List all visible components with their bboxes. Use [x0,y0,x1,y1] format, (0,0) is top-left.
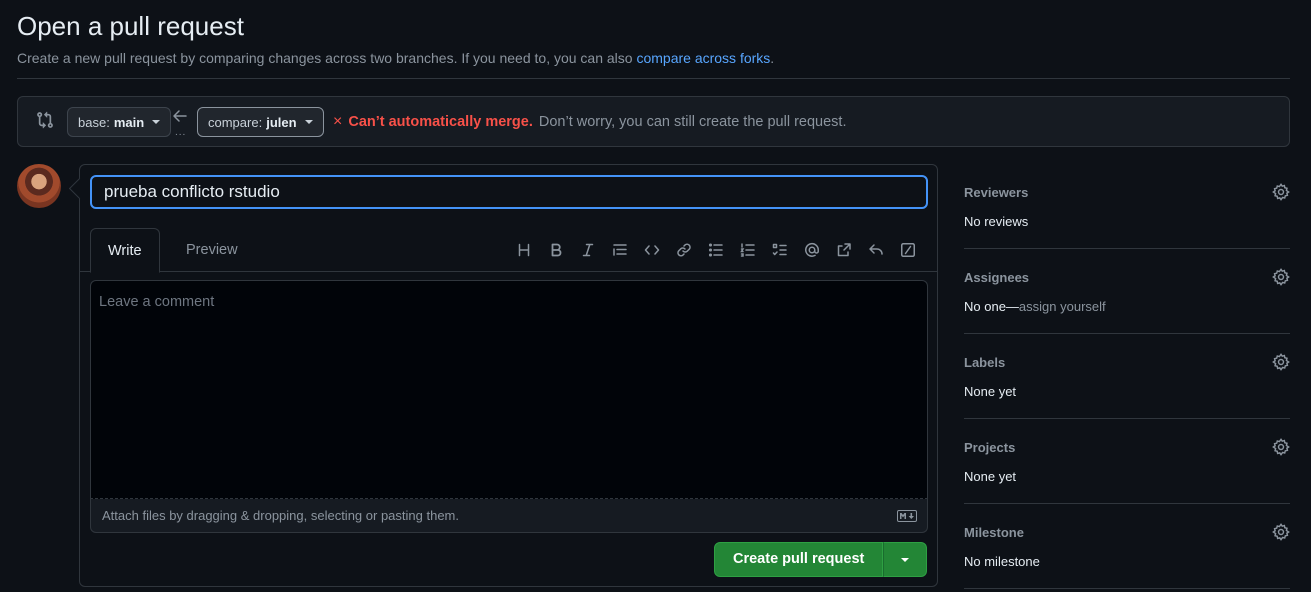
reviewers-value: No reviews [964,214,1029,229]
assignees-none: No one— [964,299,1019,314]
compare-prefix: compare: [208,114,263,130]
bold-icon[interactable] [540,239,572,261]
projects-value: None yet [964,469,1017,484]
page-subtitle: Create a new pull request by comparing c… [17,50,774,66]
gear-icon[interactable] [1272,353,1290,371]
gear-icon[interactable] [1272,183,1290,201]
sidebar-assignees: Assignees No one—assign yourself [964,249,1290,334]
compare-branch-select[interactable]: compare: julen [197,107,324,137]
create-options-dropdown[interactable] [883,542,928,577]
markdown-icon[interactable] [897,510,917,522]
subtitle-end: . [770,50,775,66]
milestone-value: No milestone [964,554,1040,569]
gear-icon[interactable] [1272,268,1290,286]
base-branch-name: main [113,114,145,130]
page-title: Open a pull request [17,11,244,41]
slash-command-icon[interactable] [892,239,924,261]
base-prefix: base: [78,114,110,130]
numbered-list-icon[interactable] [732,239,764,261]
subtitle-text: Create a new pull request by comparing c… [17,50,637,66]
pull-request-sidebar: Reviewers No reviews Assignees No one—as… [964,164,1290,589]
x-icon: × [333,113,343,130]
cross-reference-icon[interactable] [828,239,860,261]
sidebar-reviewers: Reviewers No reviews [964,164,1290,249]
milestone-heading[interactable]: Milestone [964,525,1024,540]
mention-icon[interactable] [796,239,828,261]
chevron-down-icon [304,120,313,124]
pull-request-form: Write Preview [79,164,938,587]
base-branch-select[interactable]: base: main [67,107,172,137]
task-list-icon[interactable] [764,239,796,261]
sidebar-milestone: Milestone No milestone [964,504,1290,589]
header-divider [17,78,1290,79]
reviewers-heading[interactable]: Reviewers [964,185,1028,200]
chevron-down-icon [901,557,910,562]
link-icon[interactable] [668,239,700,261]
pull-request-page: Open a pull request Create a new pull re… [0,0,1311,592]
sidebar-labels: Labels None yet [964,334,1290,419]
create-pull-request-group: Create pull request [714,542,928,577]
merge-status-strong: Can’t automatically merge. [348,114,533,130]
tab-preview[interactable]: Preview [169,228,255,272]
merge-status-detail: Don’t worry, you can still create the pu… [538,114,847,130]
assignees-value: No one—assign yourself [964,299,1106,314]
git-compare-icon [37,111,53,129]
gear-icon[interactable] [1272,523,1290,541]
heading-icon[interactable] [508,239,540,261]
merge-status: × Can’t automatically merge. Don’t worry… [333,113,846,131]
italic-icon[interactable] [572,239,604,261]
range-dots: ... [175,127,187,138]
attach-files-bar[interactable]: Attach files by dragging & dropping, sel… [90,499,928,533]
avatar [17,164,61,208]
arrow-left-icon [173,110,187,122]
assign-yourself-link[interactable]: assign yourself [1019,299,1106,314]
quote-icon[interactable] [604,239,636,261]
gear-icon[interactable] [1272,438,1290,456]
sidebar-projects: Projects None yet [964,419,1290,504]
comment-textarea[interactable]: Leave a comment [90,280,928,499]
branch-compare-bar: base: main ... compare: julen × Can’t au… [17,96,1290,147]
create-pull-request-button[interactable]: Create pull request [714,542,884,577]
compare-branch-name: julen [266,114,297,130]
reply-icon[interactable] [860,239,892,261]
assignees-heading[interactable]: Assignees [964,270,1029,285]
tab-write[interactable]: Write [90,228,160,273]
attach-files-text: Attach files by dragging & dropping, sel… [102,508,459,523]
markdown-toolbar [508,239,924,261]
compare-across-forks-link[interactable]: compare across forks [636,50,770,66]
labels-heading[interactable]: Labels [964,355,1005,370]
projects-heading[interactable]: Projects [964,440,1015,455]
bulleted-list-icon[interactable] [700,239,732,261]
pull-request-title-input[interactable] [90,175,928,209]
code-icon[interactable] [636,239,668,261]
labels-value: None yet [964,384,1017,399]
chevron-down-icon [152,120,161,124]
